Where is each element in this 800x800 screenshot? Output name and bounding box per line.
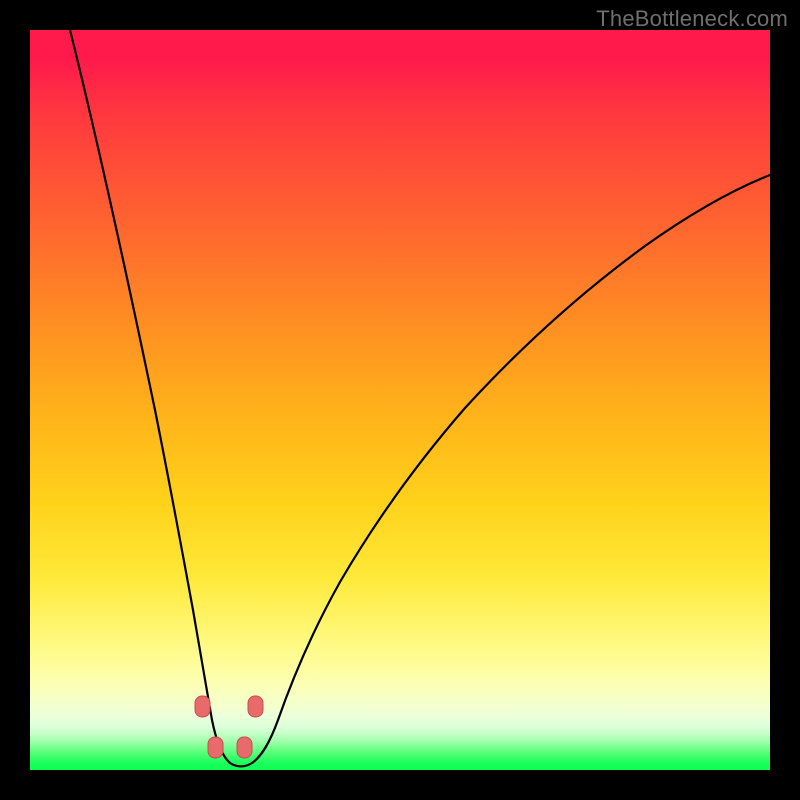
curve-markers [195, 696, 263, 758]
curve-marker [195, 696, 210, 717]
curve-marker [248, 696, 263, 717]
curve-marker [208, 737, 223, 758]
plot-area [30, 30, 770, 770]
watermark-text: TheBottleneck.com [596, 6, 788, 32]
chart-frame: TheBottleneck.com [0, 0, 800, 800]
bottleneck-curve [70, 30, 770, 766]
curve-marker [237, 737, 252, 758]
bottleneck-curve-layer [30, 30, 770, 770]
